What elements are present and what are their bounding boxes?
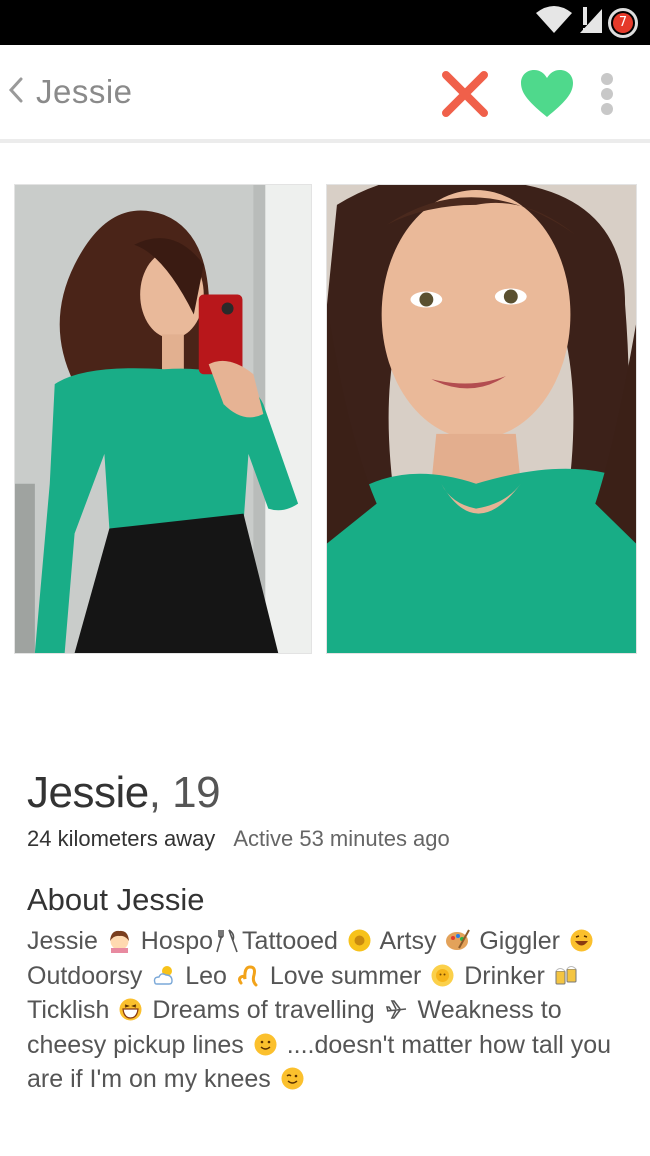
bio-segment: Dreams of travelling (152, 996, 375, 1024)
notification-count: 7 (613, 12, 633, 33)
profile-meta: 24 kilometers away Active 53 minutes ago (27, 826, 450, 852)
fork-knife-icon (215, 928, 240, 953)
grinning-face-icon (569, 928, 594, 953)
bio-segment: Tattooed (242, 927, 338, 955)
laughing-face-icon (118, 997, 143, 1022)
bio-segment: Love summer (269, 961, 422, 990)
more-dot-icon (601, 103, 613, 115)
signal-icon (578, 5, 604, 40)
sunflower-icon (347, 928, 372, 953)
bio-segment: Giggler (479, 927, 560, 955)
dislike-button[interactable] (438, 67, 492, 121)
bio-text: Jessie Hospo Tattooed Artsy Giggler Outdo… (27, 924, 627, 1097)
smiling-face-icon (253, 1032, 278, 1057)
leo-zodiac-icon (236, 963, 261, 988)
airplane-icon (384, 997, 409, 1022)
bio-segment: Drinker (464, 961, 545, 990)
bio-segment: Outdoorsy (27, 961, 143, 990)
profile-photo-2[interactable] (326, 184, 637, 654)
sun-face-icon (430, 963, 455, 988)
profile-name-age: Jessie, 19 (27, 768, 221, 818)
more-options-button[interactable] (592, 67, 622, 121)
active-status: Active 53 minutes ago (233, 826, 450, 851)
profile-age: , 19 (148, 768, 221, 817)
more-dot-icon (601, 73, 613, 85)
status-icons: 7 (534, 6, 638, 39)
app-bar: Jessie (0, 45, 650, 143)
bio-segment: Artsy (379, 927, 437, 955)
profile-name: Jessie (27, 768, 149, 817)
status-bar: 7 (0, 0, 650, 45)
bio-segment: Hospo (140, 927, 214, 955)
sun-behind-cloud-icon (151, 963, 176, 988)
back-button[interactable]: Jessie (6, 73, 133, 111)
about-title: About Jessie (27, 882, 205, 917)
heart-icon (521, 70, 573, 117)
more-dot-icon (601, 88, 613, 100)
bio-segment: Ticklish (27, 996, 110, 1024)
distance-text: 24 kilometers away (27, 826, 216, 851)
bio-segment: Jessie (27, 927, 98, 955)
chevron-left-icon (6, 75, 26, 110)
notification-badge: 7 (608, 7, 638, 38)
girl-emoji-icon (107, 928, 132, 953)
profile-photo-1[interactable] (14, 184, 312, 654)
close-icon (442, 71, 488, 117)
palette-icon (445, 928, 471, 953)
like-button[interactable] (518, 67, 576, 121)
clinking-beer-mugs-icon (554, 963, 579, 988)
bio-segment: Leo (185, 961, 227, 990)
back-label: Jessie (36, 73, 133, 110)
winking-face-icon (280, 1066, 305, 1091)
wifi-icon (534, 5, 574, 40)
